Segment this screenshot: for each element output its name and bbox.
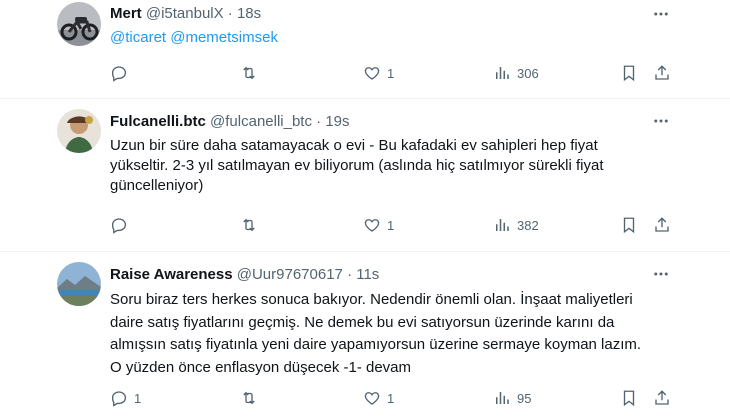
tweet-fulcanelli[interactable]: Fulcanelli.btc @fulcanelli_btc · 19s Uzu… bbox=[0, 99, 730, 252]
bookmark-button[interactable] bbox=[620, 388, 638, 408]
like-icon bbox=[364, 392, 380, 405]
views-icon bbox=[496, 67, 509, 79]
tweet-actions: 1 382 bbox=[110, 215, 680, 235]
bookmark-button[interactable] bbox=[620, 215, 638, 235]
tweet-text: Soru biraz ters herkes sonuca bakıyor. N… bbox=[110, 291, 642, 376]
views-count: 95 bbox=[517, 390, 532, 406]
views-button[interactable]: 95 bbox=[493, 388, 531, 408]
tweet-text: Uzun bir süre daha satamayacak o evi - B… bbox=[110, 137, 604, 194]
more-icon[interactable] bbox=[652, 265, 670, 283]
retweet-button[interactable] bbox=[240, 215, 264, 235]
share-button[interactable] bbox=[653, 63, 671, 83]
tweet-actions: 1 1 95 bbox=[110, 388, 680, 408]
reply-button[interactable]: 1 bbox=[110, 388, 141, 408]
tweet-header: Raise Awareness @Uur97670617 · 11s bbox=[110, 265, 379, 285]
tweet-text: @ticaret @memetsimsek bbox=[110, 28, 670, 48]
reply-button[interactable] bbox=[110, 63, 134, 83]
more-icon[interactable] bbox=[652, 112, 670, 130]
avatar[interactable] bbox=[57, 262, 101, 306]
separator-dot: · bbox=[347, 266, 353, 283]
timestamp[interactable]: 11s bbox=[356, 266, 379, 283]
bookmark-button[interactable] bbox=[620, 63, 638, 83]
views-button[interactable]: 382 bbox=[493, 215, 539, 235]
mention-links[interactable]: @ticaret @memetsimsek bbox=[110, 29, 278, 46]
like-count: 1 bbox=[387, 390, 395, 406]
avatar[interactable] bbox=[57, 109, 101, 153]
like-button[interactable]: 1 bbox=[363, 215, 394, 235]
share-button[interactable] bbox=[653, 215, 671, 235]
retweet-icon bbox=[243, 391, 255, 405]
retweet-button[interactable] bbox=[240, 63, 264, 83]
like-button[interactable]: 1 bbox=[363, 388, 394, 408]
author-name[interactable]: Fulcanelli.btc bbox=[110, 113, 206, 130]
retweet-icon bbox=[243, 218, 255, 232]
views-count: 306 bbox=[517, 65, 539, 81]
views-icon bbox=[496, 219, 509, 231]
share-icon bbox=[655, 65, 669, 80]
share-button[interactable] bbox=[653, 388, 671, 408]
tweet-header: Mert @i5tanbulX · 18s bbox=[110, 4, 261, 24]
reply-count: 1 bbox=[134, 390, 142, 406]
timestamp[interactable]: 18s bbox=[237, 5, 261, 22]
tweet-actions: 1 306 bbox=[110, 63, 680, 83]
author-handle[interactable]: @i5tanbulX bbox=[146, 5, 224, 22]
author-name[interactable]: Mert bbox=[110, 5, 142, 22]
like-icon bbox=[364, 67, 380, 80]
more-icon[interactable] bbox=[652, 5, 670, 23]
retweet-button[interactable] bbox=[240, 388, 264, 408]
tweet-raise-awareness[interactable]: Raise Awareness @Uur97670617 · 11s Soru … bbox=[0, 252, 730, 420]
reply-icon bbox=[111, 218, 127, 234]
author-name[interactable]: Raise Awareness bbox=[110, 266, 233, 283]
views-icon bbox=[496, 392, 509, 404]
share-icon bbox=[655, 217, 669, 232]
reply-icon bbox=[111, 66, 127, 82]
share-icon bbox=[655, 390, 669, 405]
reply-button[interactable] bbox=[110, 215, 134, 235]
author-handle[interactable]: @Uur97670617 bbox=[237, 266, 343, 283]
like-count: 1 bbox=[387, 65, 395, 81]
like-button[interactable]: 1 bbox=[363, 63, 394, 83]
tweet-header: Fulcanelli.btc @fulcanelli_btc · 19s bbox=[110, 112, 350, 132]
views-count: 382 bbox=[517, 217, 539, 233]
bookmark-icon bbox=[623, 390, 635, 407]
like-icon bbox=[364, 219, 380, 232]
bookmark-icon bbox=[623, 65, 635, 82]
timestamp[interactable]: 19s bbox=[325, 113, 349, 130]
tweet-mert[interactable]: Mert @i5tanbulX · 18s @ticaret @memetsim… bbox=[0, 0, 730, 99]
author-handle[interactable]: @fulcanelli_btc bbox=[210, 113, 312, 130]
separator-dot: · bbox=[316, 113, 322, 130]
views-button[interactable]: 306 bbox=[493, 63, 539, 83]
reply-icon bbox=[111, 391, 127, 407]
retweet-icon bbox=[243, 66, 255, 80]
separator-dot: · bbox=[227, 5, 233, 22]
avatar[interactable] bbox=[57, 2, 101, 46]
bookmark-icon bbox=[623, 217, 635, 234]
like-count: 1 bbox=[387, 217, 395, 233]
